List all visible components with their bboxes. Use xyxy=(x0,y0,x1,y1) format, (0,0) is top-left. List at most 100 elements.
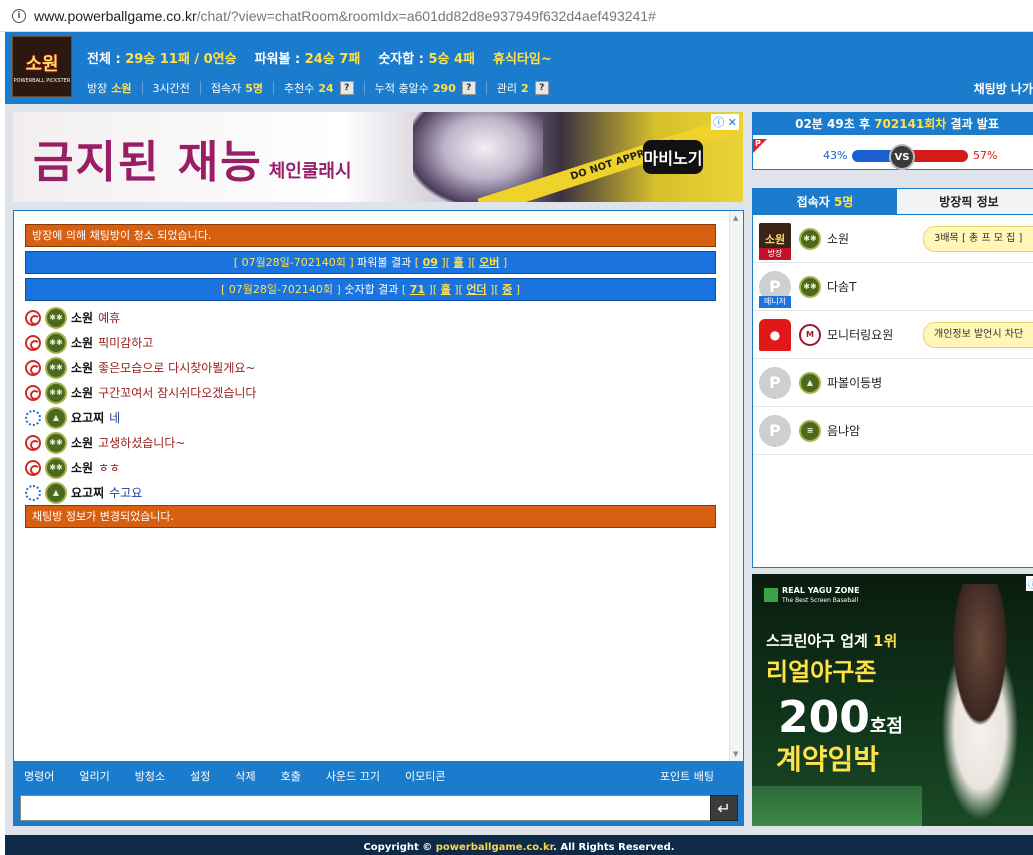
side-banner-ad[interactable]: REAL YAGU ZONE The Best Screen Baseball … xyxy=(752,574,1033,826)
address-bar[interactable]: i www.powerballgame.co.kr/chat/?view=cha… xyxy=(0,0,1033,32)
room-gift: 누적 충알수 290? xyxy=(363,81,486,95)
adchoices-icon[interactable]: ⓘ xyxy=(1026,576,1033,591)
user-row[interactable]: 소원 방장 ✱✱ 소원 3배목 [ 총 프 모 집 ] xyxy=(753,215,1033,263)
rank-badge-icon: ▲ xyxy=(45,406,67,429)
next-result-box: 02분 49초 후 702141회차 결과 발표 P 43% VS 57% xyxy=(752,112,1033,170)
user-row[interactable]: P ≡ 음냐암 xyxy=(753,407,1033,455)
send-button[interactable]: ↵ xyxy=(710,795,738,821)
menu-emoticon[interactable]: 이모티콘 xyxy=(405,768,445,784)
site-info-icon[interactable]: i xyxy=(12,8,26,23)
chat-nick[interactable]: 소원 xyxy=(71,334,93,351)
sum-record: 숫자합 : 5승 4패 xyxy=(378,52,476,67)
room-recommend: 추천수 24? xyxy=(273,81,364,95)
record-summary: 전체 : 29승 11패 / 0연승 파워볼 : 24승 7패 숫자합 : 5승… xyxy=(87,48,552,67)
menu-settings[interactable]: 설정 xyxy=(190,768,210,784)
menu-clear-room[interactable]: 방청소 xyxy=(135,768,165,784)
right-percent: 57% xyxy=(973,149,998,162)
manage-help-button[interactable]: ? xyxy=(534,81,549,95)
ad-title: 금지된 재능 체인쿨래시 xyxy=(33,137,352,188)
menu-call[interactable]: 호출 xyxy=(281,768,301,784)
powerball-record: 파워볼 : 24승 7패 xyxy=(254,52,361,67)
logo-text: 소원 xyxy=(25,53,59,75)
rank-badge-icon: ✱✱ xyxy=(45,381,67,404)
chat-nick[interactable]: 요고찌 xyxy=(71,409,104,426)
url-text[interactable]: www.powerballgame.co.kr/chat/?view=chatR… xyxy=(34,8,656,24)
chat-nick[interactable]: 요고찌 xyxy=(71,484,104,501)
chat-nick[interactable]: 소원 xyxy=(71,459,93,476)
user-avatar-default-icon: P xyxy=(759,414,791,447)
user-name: 소원 xyxy=(827,232,850,246)
menu-point-bet[interactable]: 포인트 배팅 xyxy=(660,768,714,784)
total-record: 전체 : 29승 11패 / 0연승 xyxy=(87,52,237,67)
page: 소원 POWERBALL PICKSTER 전체 : 29승 11패 / 0연승… xyxy=(5,32,1033,855)
adchoices-icon[interactable]: ⓘ ✕ xyxy=(711,114,739,130)
chat-text: 픽미감하고 xyxy=(98,336,154,350)
chat-text: ㅎㅎ xyxy=(98,461,121,475)
powerball-result-message: [ 07월28일-702140회 ] 파워볼 결과 [ 09 ][ 홀 ][ 오… xyxy=(25,251,716,274)
chat-text: 고생하셨습니다~ xyxy=(98,436,186,450)
user-row[interactable]: P ▲ 파볼이등병 xyxy=(753,359,1033,407)
recommend-help-button[interactable]: ? xyxy=(339,81,354,95)
chat-nick[interactable]: 소원 xyxy=(71,309,93,326)
menu-freeze[interactable]: 얼리기 xyxy=(79,768,109,784)
user-name: 음냐암 xyxy=(827,424,861,438)
exit-room-button[interactable]: 채팅방 나가 xyxy=(974,80,1033,97)
ad-game-logo: 마비노기 xyxy=(643,140,703,174)
chat-line: ▲ 요고찌 수고요 xyxy=(25,480,716,505)
scroll-up-icon[interactable]: ▲ xyxy=(733,214,738,222)
scroll-down-icon[interactable]: ▼ xyxy=(733,750,738,758)
vote-bar: VS xyxy=(852,144,968,170)
owner-badge: 방장 xyxy=(759,248,791,260)
chat-line: ✱✱ 소원 고생하셨습니다~ xyxy=(25,430,716,455)
room-users: 접속자 5명 xyxy=(199,81,273,95)
system-message: 채팅방 정보가 변경되었습니다. xyxy=(25,505,716,528)
user-row[interactable]: P 매니저 ✱✱ 다솜T xyxy=(753,263,1033,311)
rank-badge-icon: ✱✱ xyxy=(799,227,821,250)
user-status-bubble: 개인정보 발언시 차단 xyxy=(923,322,1033,348)
next-result-title: 02분 49초 후 702141회차 결과 발표 xyxy=(753,113,1033,135)
chat-line: ✱✱ 소원 ㅎㅎ xyxy=(25,455,716,480)
ad-line2: 리얼야구존 xyxy=(766,658,877,686)
rank-badge-icon: ▲ xyxy=(799,371,821,394)
chat-text: 네 xyxy=(109,411,121,425)
users-tabs: 접속자 5명 방장픽 정보 xyxy=(753,189,1033,215)
chat-text: 수고요 xyxy=(109,486,143,500)
gift-help-button[interactable]: ? xyxy=(461,81,476,95)
room-time: 3시간전 xyxy=(141,81,200,95)
chat-input-row: ↵ xyxy=(13,790,744,826)
tab-users[interactable]: 접속자 5명 xyxy=(753,189,897,215)
user-status-bubble: 3배목 [ 총 프 모 집 ] xyxy=(923,226,1033,252)
rank-badge-icon: ✱✱ xyxy=(45,306,67,329)
chat-nick[interactable]: 소원 xyxy=(71,384,93,401)
chat-scrollbar[interactable]: ▲ ▼ xyxy=(729,211,743,761)
menu-delete[interactable]: 삭제 xyxy=(235,768,255,784)
powerball-badge-letter: P xyxy=(755,139,761,148)
chat-text: 구간꼬여서 잠시쉬다오겠습니다 xyxy=(98,386,257,400)
room-info-bar: 방장 소원 3시간전 접속자 5명 추천수 24? 누적 충알수 290? 관리 2? xyxy=(87,81,559,95)
chat-nick[interactable]: 소원 xyxy=(71,359,93,376)
user-type-icon xyxy=(25,384,41,401)
room-status: 휴식타임~ xyxy=(493,52,552,67)
user-row[interactable]: ● M 모니터링요원 개인정보 발언시 차단 xyxy=(753,311,1033,359)
logo-subtext: POWERBALL PICKSTER xyxy=(13,77,71,84)
room-logo: 소원 POWERBALL PICKSTER xyxy=(12,36,72,97)
user-type-icon xyxy=(25,309,41,326)
chat-text: 좋은모습으로 다시찾아뵐게요~ xyxy=(98,361,256,375)
manager-badge: 매니저 xyxy=(759,296,791,308)
chat-nick[interactable]: 소원 xyxy=(71,434,93,451)
top-banner-ad[interactable]: DO NOT APPROACH 금지된 재능 체인쿨래시 마비노기 ⓘ ✕ xyxy=(13,112,743,202)
chat-input[interactable] xyxy=(20,795,711,821)
siren-icon: ● xyxy=(759,318,791,351)
menu-commands[interactable]: 명령어 xyxy=(24,768,54,784)
chat-text: 예휴 xyxy=(98,311,121,325)
users-panel: 접속자 5명 방장픽 정보 소원 방장 ✱✱ 소원 3배목 [ 총 프 모 집 … xyxy=(752,188,1033,568)
ad-field-image xyxy=(752,786,922,826)
user-name: 파볼이등병 xyxy=(827,376,883,390)
user-type-icon xyxy=(25,434,41,451)
room-header: 소원 POWERBALL PICKSTER 전체 : 29승 11패 / 0연승… xyxy=(5,32,1033,104)
tab-owner-pick-info[interactable]: 방장픽 정보 xyxy=(897,189,1033,215)
menu-sound-off[interactable]: 사운드 끄기 xyxy=(326,768,380,784)
rank-badge-icon: ✱✱ xyxy=(45,331,67,354)
footer-link[interactable]: powerballgame.co.kr xyxy=(436,842,553,853)
user-type-icon xyxy=(25,459,41,476)
